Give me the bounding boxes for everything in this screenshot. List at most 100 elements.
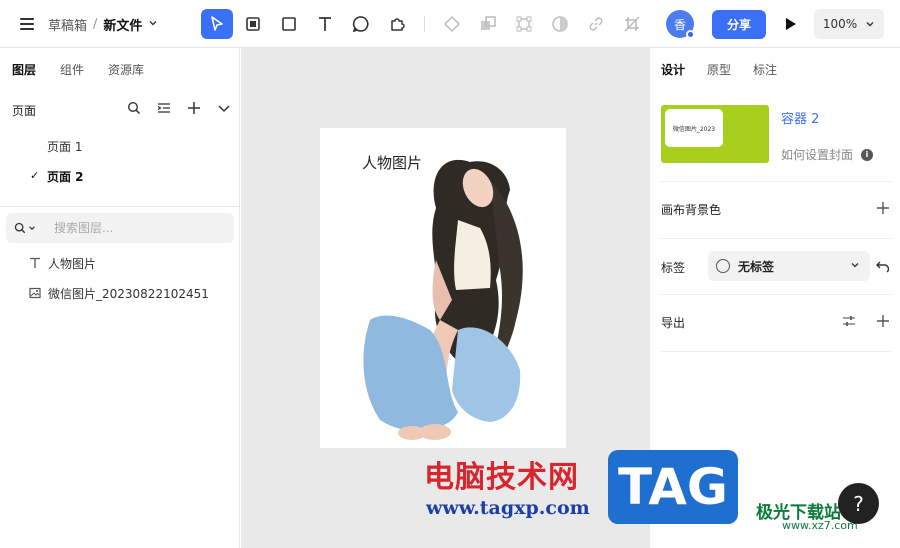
tab-assets[interactable]: 资源库 [108, 61, 144, 78]
export-label: 导出 [661, 315, 686, 330]
toolbar-divider [424, 16, 425, 32]
add-page-icon[interactable] [186, 100, 202, 116]
boolean-icon [481, 16, 496, 30]
container-name-link[interactable]: 容器 2 [781, 108, 819, 127]
breadcrumb: 草稿箱 / 新文件 [48, 15, 158, 34]
tab-annotate[interactable]: 标注 [753, 61, 777, 78]
tab-prototype[interactable]: 原型 [707, 61, 731, 78]
text-icon [319, 17, 331, 31]
tag-select[interactable]: 无标签 [708, 251, 870, 281]
top-bar: 草稿箱 / 新文件 香 分享 100% [0, 0, 900, 48]
add-icon[interactable] [875, 200, 891, 216]
play-icon [786, 18, 796, 30]
share-button[interactable]: 分享 [712, 10, 766, 39]
cover-help-label: 如何设置封面 [781, 148, 854, 162]
pages-header: 页面 [12, 100, 232, 120]
frame-tool-button[interactable] [237, 9, 269, 39]
boolean-tool-button[interactable] [472, 9, 504, 39]
page-item-2[interactable]: ✓ 页面 2 [0, 163, 240, 189]
avatar[interactable]: 香 [666, 10, 695, 39]
main-menu-button[interactable] [18, 15, 36, 33]
crop-icon [624, 16, 640, 32]
collapse-pages-icon[interactable] [216, 100, 232, 116]
transform-icon [516, 16, 532, 32]
artboard-text[interactable]: 人物图片 [362, 152, 422, 173]
tab-design[interactable]: 设计 [661, 61, 685, 78]
link-tool-button[interactable] [580, 9, 612, 39]
watermark-tag-logo: TAG [608, 450, 738, 524]
breadcrumb-separator: / [93, 17, 98, 32]
thumbnail-text: 微信图片_2023 [672, 125, 716, 133]
page-label: 页面 1 [47, 139, 83, 154]
undo-icon[interactable] [875, 258, 891, 274]
avatar-initial: 香 [673, 17, 686, 32]
tab-components[interactable]: 组件 [60, 61, 84, 78]
cover-help-link[interactable]: 如何设置封面 i [781, 146, 874, 163]
tag-value: 无标签 [738, 259, 775, 274]
search-filter-icon[interactable] [14, 222, 54, 234]
right-tabs: 设计 原型 标注 [650, 48, 900, 90]
play-button[interactable] [779, 13, 801, 35]
frame-icon [246, 17, 260, 31]
pages-title: 页面 [12, 103, 37, 118]
chevron-down-icon [866, 22, 874, 27]
watermark-tagxp: 电脑技术网 www.tagxp.com TAG [420, 448, 740, 528]
presence-dot [686, 30, 695, 39]
sliders-icon[interactable] [841, 313, 857, 329]
layer-search [6, 213, 234, 243]
text-icon [28, 256, 42, 270]
checkmark-icon: ✓ [30, 169, 40, 182]
shape-tool-button[interactable] [345, 9, 377, 39]
zoom-dropdown[interactable]: 100% [814, 9, 884, 39]
canvas-bg-row: 画布背景色 [661, 197, 891, 221]
link-icon [589, 17, 603, 31]
add-icon[interactable] [875, 313, 891, 329]
layer-item[interactable]: 微信图片_20230822102451 [0, 280, 240, 306]
mask-tool-button[interactable] [544, 9, 576, 39]
crop-tool-button[interactable] [616, 9, 648, 39]
breadcrumb-folder[interactable]: 草稿箱 [48, 15, 87, 34]
page-list-icon[interactable] [156, 100, 172, 116]
layer-search-input[interactable] [54, 221, 224, 235]
watermark-site-cn: 电脑技术网 [424, 460, 579, 495]
left-tabs: 图层 组件 资源库 [0, 48, 239, 90]
tag-row: 标签 无标签 [661, 251, 891, 281]
layer-item[interactable]: 人物图片 [0, 250, 240, 276]
select-tool-button[interactable] [201, 9, 233, 39]
component-tool-button[interactable] [436, 9, 468, 39]
tag-label: 标签 [661, 260, 686, 275]
export-row: 导出 [661, 310, 891, 334]
left-panel: 图层 组件 资源库 页面 页面 1 ✓ 页面 2 人物图片 微信图片_20230… [0, 48, 240, 548]
search-icon[interactable] [126, 100, 142, 116]
tag-circle-icon [716, 259, 730, 273]
puzzle-icon [391, 18, 405, 31]
watermark-url: www.tagxp.com [426, 497, 590, 519]
image-icon [28, 286, 42, 300]
plugin-tool-button[interactable] [381, 9, 413, 39]
thumbnail-card: 微信图片_2023 [665, 109, 723, 147]
rectangle-icon [282, 17, 296, 31]
cursor-icon [211, 16, 223, 31]
cover-thumbnail[interactable]: 微信图片_2023 [661, 105, 769, 163]
rectangle-tool-button[interactable] [273, 9, 305, 39]
layer-label: 人物图片 [48, 256, 97, 271]
chevron-down-icon[interactable] [148, 17, 158, 32]
tab-layers[interactable]: 图层 [12, 61, 36, 78]
text-tool-button[interactable] [309, 9, 341, 39]
divider [660, 181, 892, 182]
scale-tool-button[interactable] [508, 9, 540, 39]
help-button[interactable]: ? [838, 483, 879, 524]
page-item-1[interactable]: 页面 1 [0, 133, 240, 159]
watermark2-url: www.xz7.com [782, 519, 858, 532]
girl-illustration[interactable] [340, 150, 550, 448]
diamond-icon [443, 15, 461, 33]
layer-label: 微信图片_20230822102451 [48, 286, 209, 301]
mask-icon [552, 16, 568, 32]
divider [660, 238, 892, 239]
divider [660, 351, 892, 352]
chevron-down-icon [851, 263, 859, 268]
file-name[interactable]: 新文件 [103, 15, 142, 34]
speech-bubble-icon [352, 16, 369, 33]
artboard[interactable]: 人物图片 [320, 128, 566, 448]
divider [660, 294, 892, 295]
